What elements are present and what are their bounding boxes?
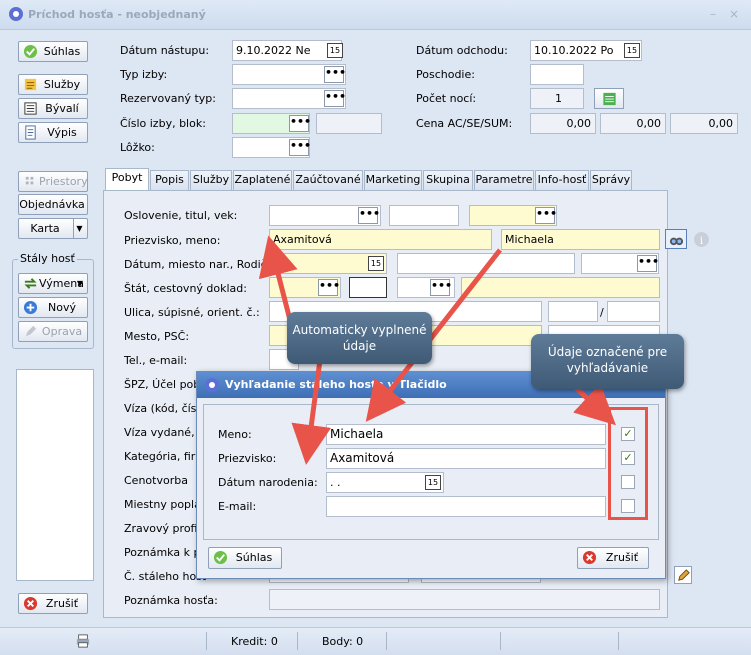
- status-divider: [386, 632, 387, 650]
- status-divider: [618, 632, 619, 650]
- status-divider: [500, 632, 501, 650]
- body-status: Body: 0: [322, 635, 364, 648]
- kredit-status: Kredit: 0: [231, 635, 278, 648]
- arrow-to-priezvisko: [258, 235, 298, 321]
- arrow-to-checkboxes: [571, 383, 616, 426]
- auto-fill-callout: Automaticky vyplnené údaje: [287, 312, 432, 364]
- status-bar: Kredit: 0 Body: 0: [0, 627, 751, 655]
- search-callout: Údaje označené pre vyhľadávanie: [531, 334, 684, 389]
- arrow-to-dialog-priezvisko: [291, 359, 332, 465]
- status-divider: [206, 632, 207, 650]
- printer-icon[interactable]: [76, 634, 90, 648]
- status-divider: [297, 632, 298, 650]
